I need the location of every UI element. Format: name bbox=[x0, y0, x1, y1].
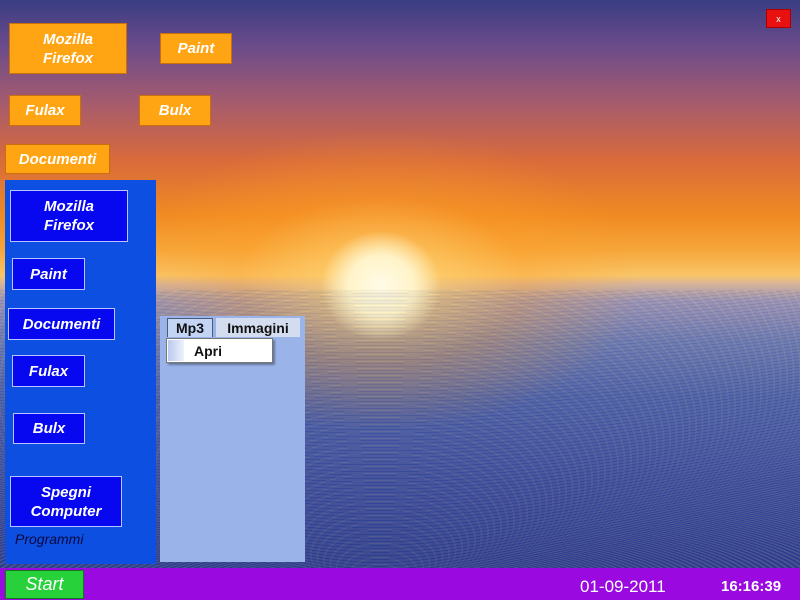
start-menu-panel: Mozilla Firefox Paint Documenti Fulax Bu… bbox=[5, 180, 156, 564]
close-icon: x bbox=[776, 13, 781, 24]
menu-gutter bbox=[168, 340, 184, 361]
tab-immagini[interactable]: Immagini bbox=[216, 318, 300, 337]
desktop-icon-paint[interactable]: Paint bbox=[160, 33, 232, 64]
tab-panel: Mp3 Immagini Apri bbox=[160, 316, 305, 562]
desktop-icon-documenti[interactable]: Documenti bbox=[5, 144, 110, 174]
context-menu: Apri bbox=[166, 338, 273, 363]
close-button[interactable]: x bbox=[766, 9, 791, 28]
taskbar: Start bbox=[0, 568, 800, 600]
desktop-icon-bulx[interactable]: Bulx bbox=[139, 95, 211, 126]
tab-mp3[interactable]: Mp3 bbox=[167, 318, 213, 337]
programmi-label: Programmi bbox=[15, 531, 84, 547]
start-menu-item-bulx[interactable]: Bulx bbox=[13, 413, 85, 444]
start-menu-item-spegni-computer[interactable]: Spegni Computer bbox=[10, 476, 122, 527]
taskbar-clock: 16:16:39 bbox=[721, 578, 782, 595]
desktop-icon-fulax[interactable]: Fulax bbox=[9, 95, 81, 126]
start-menu-item-fulax[interactable]: Fulax bbox=[12, 355, 85, 387]
start-menu-item-paint[interactable]: Paint bbox=[12, 258, 85, 290]
taskbar-date: 01-09-2011 bbox=[580, 577, 666, 596]
start-menu-item-documenti[interactable]: Documenti bbox=[8, 308, 115, 340]
desktop-icon-mozilla-firefox[interactable]: Mozilla Firefox bbox=[9, 23, 127, 74]
start-menu-item-mozilla-firefox[interactable]: Mozilla Firefox bbox=[10, 190, 128, 242]
context-menu-item-label: Apri bbox=[194, 342, 222, 359]
context-menu-item-apri[interactable]: Apri bbox=[168, 340, 271, 361]
start-button[interactable]: Start bbox=[5, 570, 84, 599]
